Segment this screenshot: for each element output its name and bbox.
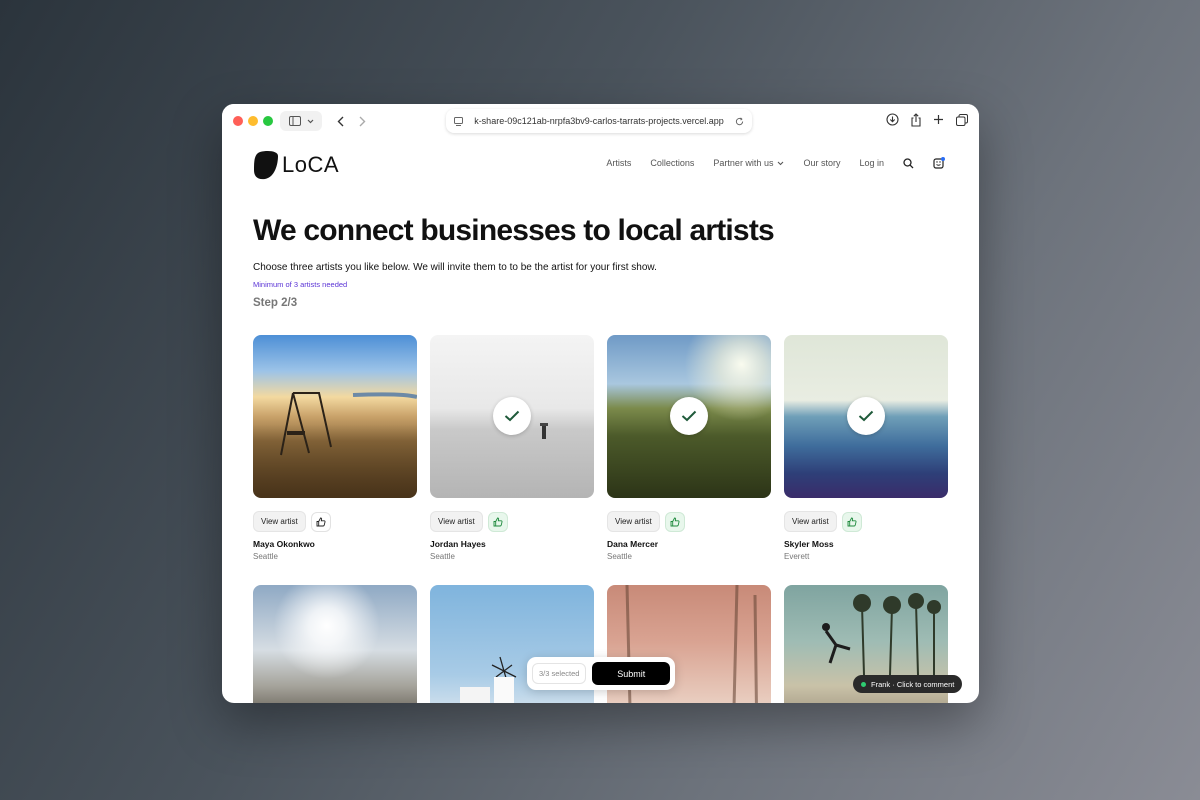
artist-card xyxy=(253,585,417,703)
artist-city: Seattle xyxy=(430,552,455,561)
nav-partner-label: Partner with us xyxy=(713,158,774,168)
page-settings-icon xyxy=(454,116,463,126)
artist-card: View artist Dana Mercer Seattle xyxy=(607,335,771,561)
selected-check[interactable] xyxy=(670,397,708,435)
artist-name: Jordan Hayes xyxy=(430,539,486,549)
selected-count: 3/3 selected xyxy=(532,663,587,684)
view-artist-button[interactable]: View artist xyxy=(253,511,306,532)
sidebar-toggle-button[interactable] xyxy=(280,111,322,131)
like-button[interactable] xyxy=(841,511,862,532)
inbox-button[interactable] xyxy=(933,157,945,169)
card-actions: View artist xyxy=(607,511,685,532)
artwork-image[interactable] xyxy=(607,335,771,498)
artist-card: View artist Maya Okonkwo Seattle xyxy=(253,335,417,561)
logo-mark-icon xyxy=(254,151,278,180)
search-icon xyxy=(903,157,914,168)
download-icon xyxy=(886,113,899,126)
url-text: k-share-09c121ab-nrpfa3bv9-carlos-tarrat… xyxy=(474,116,724,126)
new-tab-button[interactable] xyxy=(931,112,946,127)
smiley-inbox-icon xyxy=(933,157,945,169)
nav-login[interactable]: Log in xyxy=(859,158,884,168)
history-nav xyxy=(328,110,374,132)
online-status-icon xyxy=(861,681,866,687)
reload-icon[interactable] xyxy=(735,117,744,126)
submit-button[interactable]: Submit xyxy=(592,662,670,685)
chevron-down-icon xyxy=(778,161,784,165)
thumbs-up-icon xyxy=(670,517,680,526)
like-button[interactable] xyxy=(487,511,508,532)
like-button[interactable] xyxy=(310,511,331,532)
artist-city: Seattle xyxy=(607,552,632,561)
check-icon xyxy=(858,410,874,422)
main-nav: Artists Collections Partner with us Our … xyxy=(606,157,945,169)
thumbs-up-icon xyxy=(847,517,857,526)
site-header: LoCA Artists Collections Partner with us… xyxy=(222,138,979,190)
card-actions: View artist xyxy=(430,511,508,532)
selected-check[interactable] xyxy=(847,397,885,435)
selection-bar: 3/3 selected Submit xyxy=(527,657,675,690)
logo-text: LoCA xyxy=(282,152,340,177)
artwork-image[interactable] xyxy=(253,335,417,498)
view-artist-button[interactable]: View artist xyxy=(784,511,837,532)
minimize-window-button[interactable] xyxy=(248,116,258,126)
step-indicator: Step 2/3 xyxy=(253,297,298,309)
close-window-button[interactable] xyxy=(233,116,243,126)
page-title: We connect businesses to local artists xyxy=(253,214,775,247)
nav-collections[interactable]: Collections xyxy=(650,158,694,168)
view-artist-button[interactable]: View artist xyxy=(607,511,660,532)
page-subtitle: Choose three artists you like below. We … xyxy=(253,262,657,273)
nav-our-story[interactable]: Our story xyxy=(803,158,840,168)
sidebar-icon xyxy=(288,116,301,126)
nav-partner[interactable]: Partner with us xyxy=(713,158,784,168)
address-bar[interactable]: k-share-09c121ab-nrpfa3bv9-carlos-tarrat… xyxy=(446,109,752,133)
artist-name: Maya Okonkwo xyxy=(253,539,315,549)
tab-overview-button[interactable] xyxy=(954,112,969,127)
selected-check[interactable] xyxy=(493,397,531,435)
zoom-window-button[interactable] xyxy=(263,116,273,126)
browser-toolbar: k-share-09c121ab-nrpfa3bv9-carlos-tarrat… xyxy=(222,104,979,138)
minimum-note: Minimum of 3 artists needed xyxy=(253,280,348,289)
chevron-right-icon xyxy=(359,116,365,126)
swing-illustration xyxy=(280,392,417,456)
card-actions: View artist xyxy=(253,511,331,532)
back-button[interactable] xyxy=(329,110,351,132)
check-icon xyxy=(681,410,697,422)
share-icon xyxy=(910,112,921,127)
forward-button[interactable] xyxy=(351,110,373,132)
artist-name: Skyler Moss xyxy=(784,539,834,549)
chevron-left-icon xyxy=(337,116,343,126)
artwork-image[interactable] xyxy=(784,335,948,498)
comment-pill-label: Frank · Click to comment xyxy=(871,679,955,689)
check-icon xyxy=(504,410,520,422)
thumbs-up-icon xyxy=(493,517,503,526)
view-artist-button[interactable]: View artist xyxy=(430,511,483,532)
artwork-image[interactable] xyxy=(253,585,417,703)
artist-name: Dana Mercer xyxy=(607,539,659,549)
thumbs-up-icon xyxy=(316,517,326,526)
loca-logo[interactable]: LoCA xyxy=(253,150,339,180)
like-button[interactable] xyxy=(664,511,685,532)
browser-window: k-share-09c121ab-nrpfa3bv9-carlos-tarrat… xyxy=(222,104,979,703)
artist-card: View artist Skyler Moss Everett xyxy=(784,335,948,561)
tabs-icon xyxy=(955,113,968,126)
artwork-image[interactable] xyxy=(430,335,594,498)
downloads-button[interactable] xyxy=(885,112,900,127)
artist-city: Seattle xyxy=(253,552,278,561)
nav-artists[interactable]: Artists xyxy=(606,158,631,168)
artist-city: Everett xyxy=(784,552,810,561)
toolbar-actions xyxy=(885,112,969,127)
share-button[interactable] xyxy=(908,112,923,127)
artist-card: View artist Jordan Hayes Seattle xyxy=(430,335,594,561)
comment-pill[interactable]: Frank · Click to comment xyxy=(853,675,963,693)
plus-icon xyxy=(934,115,943,124)
chevron-down-icon xyxy=(307,119,313,123)
card-actions: View artist xyxy=(784,511,862,532)
search-button[interactable] xyxy=(903,157,914,169)
